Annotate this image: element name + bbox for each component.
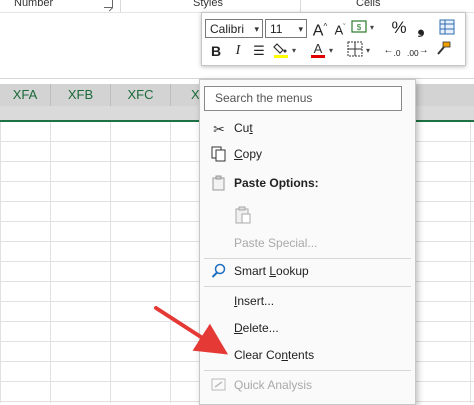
menu-search-box[interactable] [204, 86, 402, 111]
paste-icon [234, 206, 252, 224]
smart-lookup-icon [210, 263, 228, 281]
group-label-number: Number [14, 0, 54, 9]
align-center-icon[interactable]: ☰ [250, 42, 268, 60]
paste-options-heading: Paste Options: [234, 176, 319, 190]
copy-icon [210, 146, 228, 164]
menu-item-delete[interactable]: Delete... [200, 317, 415, 341]
menu-item-insert[interactable]: Insert... [200, 290, 415, 314]
accounting-format-icon[interactable]: $ [350, 19, 368, 39]
chevron-down-icon[interactable]: ▾ [370, 23, 374, 32]
chevron-down-icon[interactable]: ▾ [329, 46, 333, 55]
menu-item-smart-lookup[interactable]: Smart Lookup [200, 260, 415, 284]
decrease-decimal-icon[interactable]: .00→ [407, 42, 429, 62]
menu-item-label: Quick Analysis [234, 378, 313, 392]
mini-toolbar: Calibri ▾ 11 ▾ A^ Aˇ $ ▾ % ❟ B I ☰ ▾ A ▾… [201, 12, 466, 66]
group-divider [120, 0, 121, 12]
menu-search-input[interactable] [205, 87, 395, 108]
clipboard-icon [210, 175, 228, 193]
comma-style-icon[interactable]: ❟ [414, 18, 428, 36]
chevron-down-icon: ▾ [254, 24, 259, 34]
context-menu: ✂ Cut Copy Paste Options: Paste Special.… [199, 79, 416, 405]
font-name-value: Calibri [210, 22, 245, 36]
format-as-table-icon[interactable] [438, 19, 456, 39]
menu-separator [204, 370, 411, 371]
group-divider [300, 0, 301, 12]
menu-item-paste-options: Paste Options: [200, 172, 415, 196]
decrease-font-size-icon[interactable]: Aˇ [331, 19, 349, 39]
svg-text:A: A [314, 41, 323, 56]
quick-analysis-icon [210, 377, 228, 395]
menu-item-label: Paste Special... [234, 236, 318, 250]
menu-separator [204, 286, 411, 287]
bold-button[interactable]: B [208, 42, 224, 60]
grid-line [0, 122, 1, 403]
font-name-box[interactable]: Calibri ▾ [205, 19, 263, 38]
menu-item-label: Delete... [234, 321, 279, 335]
menu-item-label: Cut [234, 121, 253, 135]
chevron-down-icon[interactable]: ▾ [292, 46, 296, 55]
format-painter-icon[interactable] [434, 41, 452, 61]
svg-text:$: $ [357, 23, 362, 32]
font-size-box[interactable]: 11 ▾ [265, 19, 307, 38]
increase-font-size-icon[interactable]: A^ [311, 18, 329, 40]
menu-item-label: Clear Contents [234, 348, 315, 362]
fill-color-icon[interactable] [272, 41, 290, 63]
menu-item-label: Smart Lookup [234, 264, 309, 278]
chevron-down-icon[interactable]: ▾ [366, 46, 370, 55]
menu-item-label: Insert... [234, 294, 275, 308]
font-color-icon[interactable]: A [309, 41, 327, 63]
column-header-xfa[interactable]: XFA [0, 84, 51, 106]
chevron-down-icon: ▾ [298, 24, 303, 34]
font-size-value: 11 [270, 22, 283, 36]
menu-separator [204, 258, 411, 259]
paste-option-button[interactable] [200, 202, 415, 230]
column-header-xfc[interactable]: XFC [111, 84, 171, 106]
dialog-launcher-icon[interactable] [104, 0, 113, 8]
menu-item-copy[interactable]: Copy [200, 143, 415, 167]
borders-icon[interactable] [346, 41, 364, 61]
scissors-icon: ✂ [213, 121, 225, 137]
menu-item-clear-contents[interactable]: Clear Contents [200, 344, 415, 368]
menu-item-cut[interactable]: ✂ Cut [200, 117, 415, 141]
menu-item-quick-analysis[interactable]: Quick Analysis [200, 374, 415, 398]
group-label-styles: Styles [193, 0, 223, 9]
italic-button[interactable]: I [230, 42, 246, 60]
column-header-xfb[interactable]: XFB [51, 84, 111, 106]
increase-decimal-icon[interactable]: ←.0 [382, 42, 402, 62]
menu-item-label: Copy [234, 147, 263, 161]
group-label-cells: Cells [356, 0, 381, 9]
menu-item-paste-special[interactable]: Paste Special... [200, 232, 415, 256]
percent-style-icon[interactable]: % [390, 19, 408, 37]
